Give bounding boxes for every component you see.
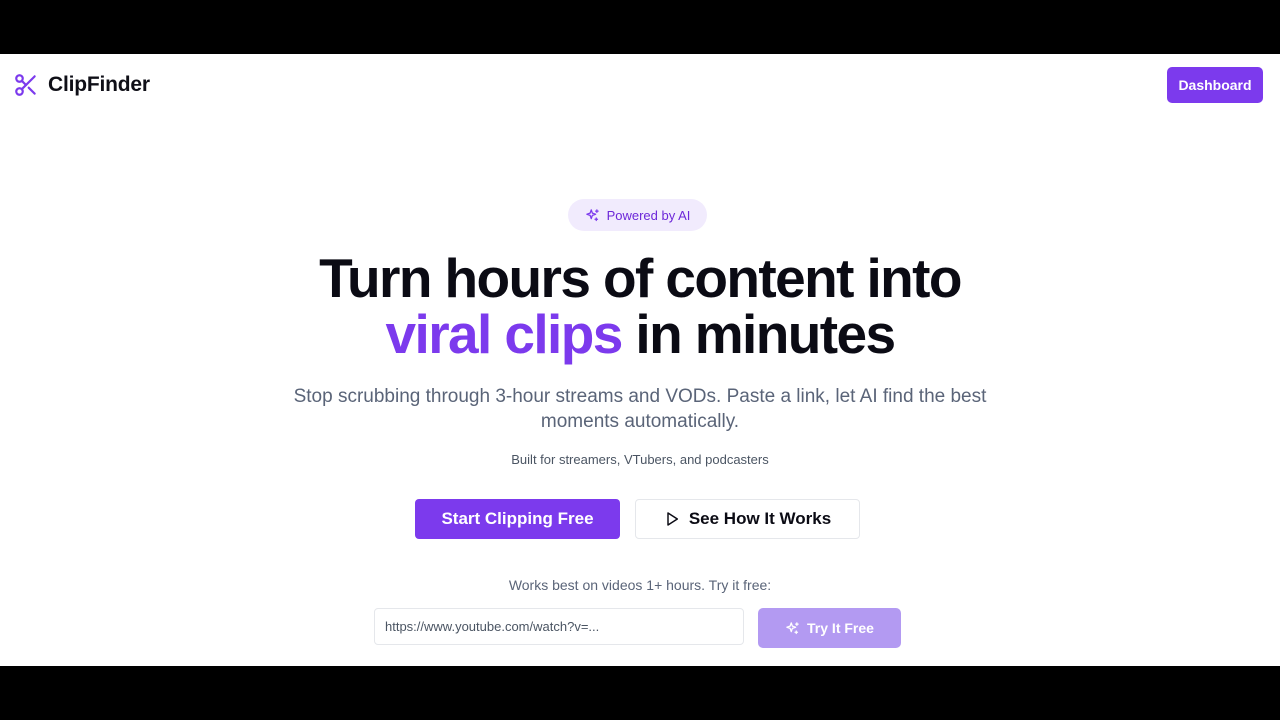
badge-label: Powered by AI [606, 207, 691, 223]
browser-viewport: ClipFinder Dashboard Powered by AI Turn … [0, 54, 1280, 666]
dashboard-button[interactable]: Dashboard [1167, 67, 1263, 103]
hero-headline: Turn hours of content into viral clips i… [0, 250, 1280, 362]
sparkles-icon [786, 621, 799, 634]
scissors-icon [15, 74, 36, 96]
see-how-it-works-button[interactable]: See How It Works [635, 499, 860, 539]
video-url-input[interactable] [374, 608, 744, 645]
see-how-label: See How It Works [688, 509, 832, 528]
brand-logo[interactable]: ClipFinder [13, 71, 150, 99]
start-clipping-button[interactable]: Start Clipping Free [415, 499, 620, 539]
try-it-free-button[interactable]: Try It Free [758, 608, 901, 648]
headline-rest: in minutes [621, 303, 896, 365]
site-header: ClipFinder Dashboard [0, 54, 1280, 116]
try-it-free-label: Try It Free [807, 620, 874, 636]
hero-tagline: Built for streamers, VTubers, and podcas… [511, 452, 769, 467]
powered-by-ai-badge: Powered by AI [568, 199, 707, 231]
headline-line1: Turn hours of content into [319, 247, 962, 309]
try-hint: Works best on videos 1+ hours. Try it fr… [508, 577, 772, 593]
brand-name: ClipFinder [48, 73, 150, 96]
play-icon [667, 512, 678, 526]
headline-accent: viral clips [385, 303, 624, 365]
sparkles-icon [585, 208, 599, 221]
hero-subtitle: Stop scrubbing through 3-hour streams an… [293, 386, 987, 432]
